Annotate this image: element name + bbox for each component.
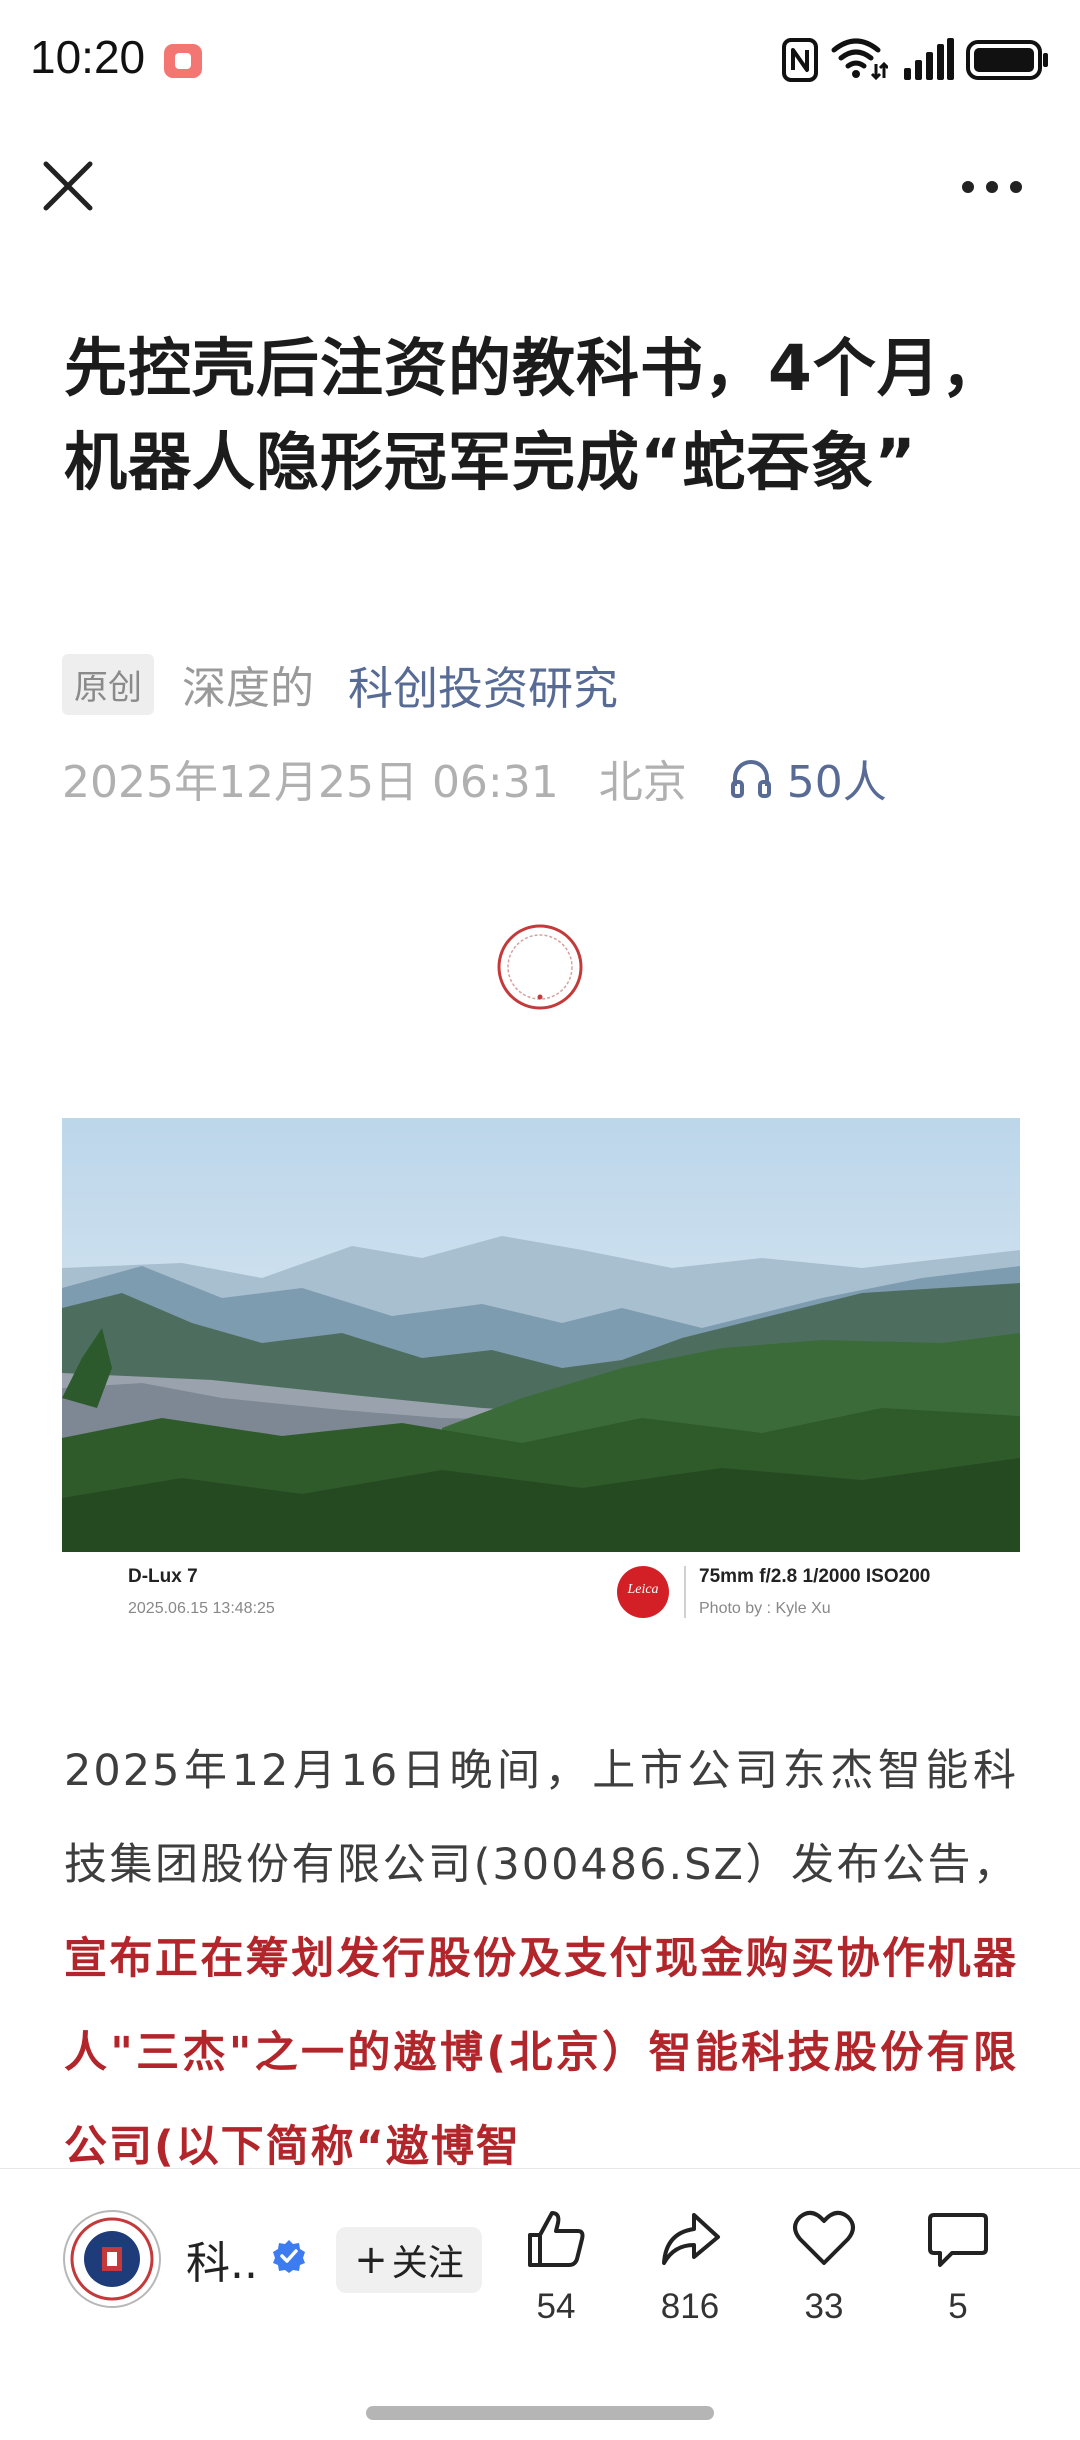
publish-location: 北京 (598, 757, 687, 808)
status-time: 10:20 (30, 31, 146, 83)
thumbs-up-icon (528, 2211, 585, 2267)
home-indicator[interactable] (366, 2406, 714, 2420)
article-paragraph: 2025年12月16日晚间，上市公司东杰智能科技集团股份有限公司(300486.… (64, 1724, 1018, 2194)
heart-icon (793, 2210, 855, 2265)
follow-button[interactable]: + 关注 (336, 2227, 482, 2293)
comment-count: 5 (948, 2287, 968, 2326)
photo-date: 2025.06.15 13:48:25 (128, 1600, 275, 1617)
more-icon[interactable] (960, 172, 1024, 202)
share-button[interactable]: 816 (640, 2207, 740, 2327)
bottom-action-bar: 科.. + 关注 54 816 33 5 (0, 2168, 1080, 2440)
like-count: 54 (536, 2287, 576, 2326)
verified-badge-icon (273, 2240, 305, 2273)
headphones-icon (730, 760, 771, 798)
author-name: 深度的 (182, 663, 314, 714)
like-button[interactable]: 54 (506, 2207, 606, 2327)
follow-label: 关注 (391, 2243, 464, 2284)
listen-button[interactable]: 50人 (729, 746, 887, 810)
paragraph-highlight: 宣布正在筹划发行股份及支付现金购买协作机器人"三杰"之一的遨博(北京）智能科技股… (64, 1934, 1018, 2172)
status-bar: 10:20 (0, 0, 1080, 120)
wifi-icon (831, 38, 888, 80)
listen-count: 50人 (786, 757, 887, 808)
article-title: 先控壳后注资的教科书，4个月，机器人隐形冠军完成“蛇吞象” (64, 332, 1005, 499)
photo-exif-strip: D-Lux 7 2025.06.15 13:48:25 Leica 75mm f… (62, 1552, 1020, 1658)
paragraph-text: 2025年12月16日晚间，上市公司东杰智能科技集团股份有限公司(300486.… (64, 1746, 1018, 1890)
close-icon[interactable] (40, 158, 96, 214)
leica-logo: Leica (617, 1566, 669, 1618)
signal-icon (904, 38, 954, 80)
camera-model: D-Lux 7 (128, 1566, 198, 1587)
share-arrow-icon (662, 2213, 720, 2265)
comment-bubble-icon (928, 2213, 988, 2267)
nfc-icon (782, 38, 818, 82)
account-seal-logo (497, 924, 583, 1010)
battery-icon (966, 40, 1048, 80)
mountain-landscape-image (62, 1118, 1020, 1552)
article-photo[interactable] (62, 1118, 1020, 1552)
share-count: 816 (660, 2287, 720, 2326)
comment-button[interactable]: 5 (908, 2207, 1008, 2327)
leica-logo-text: Leica (627, 1582, 659, 1597)
account-avatar[interactable] (62, 2209, 162, 2309)
photo-credit: Photo by : Kyle Xu (699, 1600, 831, 1617)
publish-date: 2025年12月25日 06:31 (62, 757, 559, 808)
exif-divider (684, 1566, 686, 1618)
lens-settings: 75mm f/2.8 1/2000 ISO200 (699, 1566, 931, 1587)
favorite-count: 33 (804, 2287, 844, 2326)
original-badge: 原创 (62, 653, 154, 715)
plus-icon: + (354, 2237, 388, 2283)
article-meta: 原创 深度的 科创投资研究 (62, 652, 618, 716)
account-name[interactable]: 科.. (186, 2227, 258, 2291)
article-info: 2025年12月25日 06:31 北京 50人 (62, 748, 887, 808)
account-link[interactable]: 科创投资研究 (348, 652, 618, 717)
screen-record-icon (164, 44, 202, 78)
favorite-button[interactable]: 33 (774, 2207, 874, 2327)
